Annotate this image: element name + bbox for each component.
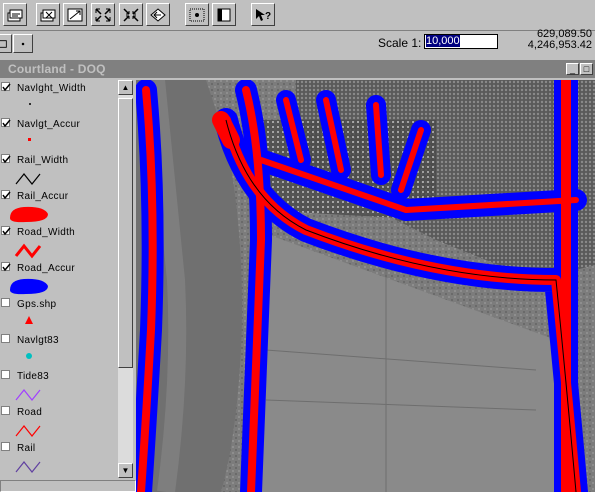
- maximize-icon: □: [583, 64, 590, 74]
- minimize-button[interactable]: _: [566, 63, 579, 75]
- layer-name: Tide83: [17, 371, 50, 382]
- map-display[interactable]: [136, 80, 595, 492]
- minimize-icon: _: [569, 64, 575, 74]
- layer-item[interactable]: Road_Width: [0, 224, 118, 260]
- layer-item[interactable]: Rail_Width: [0, 152, 118, 188]
- layer-item[interactable]: Road: [0, 404, 118, 440]
- layer-visibility-checkbox[interactable]: [1, 370, 10, 379]
- zoom-active-themes-icon[interactable]: [119, 3, 143, 26]
- layer-visibility-checkbox[interactable]: [1, 262, 11, 272]
- svg-text:?: ?: [265, 11, 271, 22]
- toc-scrollbar[interactable]: ▲ ▼: [118, 80, 133, 478]
- maximize-button[interactable]: □: [580, 63, 593, 75]
- layer-name: Navlgt83: [17, 335, 59, 346]
- layer-symbol-icon: [6, 96, 56, 116]
- scroll-thumb[interactable]: [118, 98, 133, 368]
- scale-input[interactable]: 10,000: [424, 34, 498, 49]
- coord-y: 4,246,953.42: [527, 39, 592, 51]
- layer-symbol-icon: [6, 348, 56, 368]
- pan-tool-icon[interactable]: [0, 34, 12, 53]
- theme-properties-icon[interactable]: [36, 3, 60, 26]
- zoom-previous-icon[interactable]: [146, 3, 170, 26]
- table-of-contents: Navlght_Width Navlgt_Accur Rail_Width Rail_…: [0, 80, 118, 480]
- layer-visibility-checkbox[interactable]: [1, 118, 11, 128]
- layer-visibility-checkbox[interactable]: [1, 154, 11, 164]
- layer-item[interactable]: Navlgt_Accur: [0, 116, 118, 152]
- layer-name: Rail_Width: [17, 155, 69, 166]
- layer-item[interactable]: Navlght_Width: [0, 80, 118, 116]
- scale-label: Scale 1:: [378, 36, 422, 50]
- layer-item[interactable]: Rail_Accur: [0, 188, 118, 224]
- layer-visibility-checkbox[interactable]: [1, 226, 11, 236]
- add-theme-icon[interactable]: [3, 3, 27, 26]
- main-toolbar: ?: [0, 0, 595, 30]
- layer-item[interactable]: Rail: [0, 440, 118, 476]
- window-titlebar[interactable]: Courtland - DOQ _ □: [0, 60, 595, 78]
- layer-name: Rail_Accur: [17, 191, 69, 202]
- layer-visibility-checkbox[interactable]: [1, 334, 10, 343]
- layer-symbol-icon: [6, 132, 56, 152]
- layer-name: Gps.shp: [17, 299, 57, 310]
- layer-visibility-checkbox[interactable]: [1, 82, 11, 92]
- layer-symbol-icon: [6, 420, 56, 440]
- layer-item[interactable]: Navlgt83: [0, 332, 118, 368]
- layer-symbol-icon: [6, 384, 56, 404]
- layer-name: Rail: [17, 443, 36, 454]
- open-table-icon[interactable]: [212, 3, 236, 26]
- layer-symbol-icon: [6, 276, 56, 296]
- layer-symbol-icon: [6, 312, 56, 332]
- layer-symbol-icon: [6, 240, 56, 260]
- layer-symbol-icon: [6, 168, 56, 188]
- layer-item[interactable]: Tide83: [0, 368, 118, 404]
- layer-visibility-checkbox[interactable]: [1, 442, 10, 451]
- layer-item[interactable]: Gps.shp: [0, 296, 118, 332]
- status-bar: [0, 480, 136, 492]
- scale-value: 10,000: [426, 35, 460, 47]
- tool-toolbar: [0, 30, 595, 57]
- aerial-map: [136, 80, 595, 492]
- edit-legend-icon[interactable]: [63, 3, 87, 26]
- layer-symbol-icon: [6, 456, 56, 476]
- coordinate-readout: 629,089.50 4,246,953.42: [528, 29, 592, 51]
- zoom-full-extent-icon[interactable]: [91, 3, 115, 26]
- layer-item[interactable]: Road_Accur: [0, 260, 118, 296]
- help-icon[interactable]: ?: [251, 3, 275, 26]
- view-window: Courtland - DOQ _ □ Navlght_Width Navlgt_…: [0, 60, 595, 492]
- pointer-tool-icon[interactable]: [13, 34, 33, 53]
- layer-name: Road_Accur: [17, 263, 76, 274]
- layer-name: Navlgt_Accur: [17, 119, 81, 130]
- layer-name: Navlght_Width: [17, 83, 86, 94]
- layer-visibility-checkbox[interactable]: [1, 298, 10, 307]
- select-features-icon[interactable]: [185, 3, 209, 26]
- scroll-down-arrow-icon[interactable]: ▼: [118, 463, 133, 478]
- layer-name: Road_Width: [17, 227, 76, 238]
- layer-symbol-icon: [6, 204, 56, 224]
- layer-name: Road: [17, 407, 43, 418]
- window-title: Courtland - DOQ: [8, 62, 106, 76]
- scroll-up-arrow-icon[interactable]: ▲: [118, 80, 133, 95]
- layer-visibility-checkbox[interactable]: [1, 190, 11, 200]
- layer-visibility-checkbox[interactable]: [1, 406, 10, 415]
